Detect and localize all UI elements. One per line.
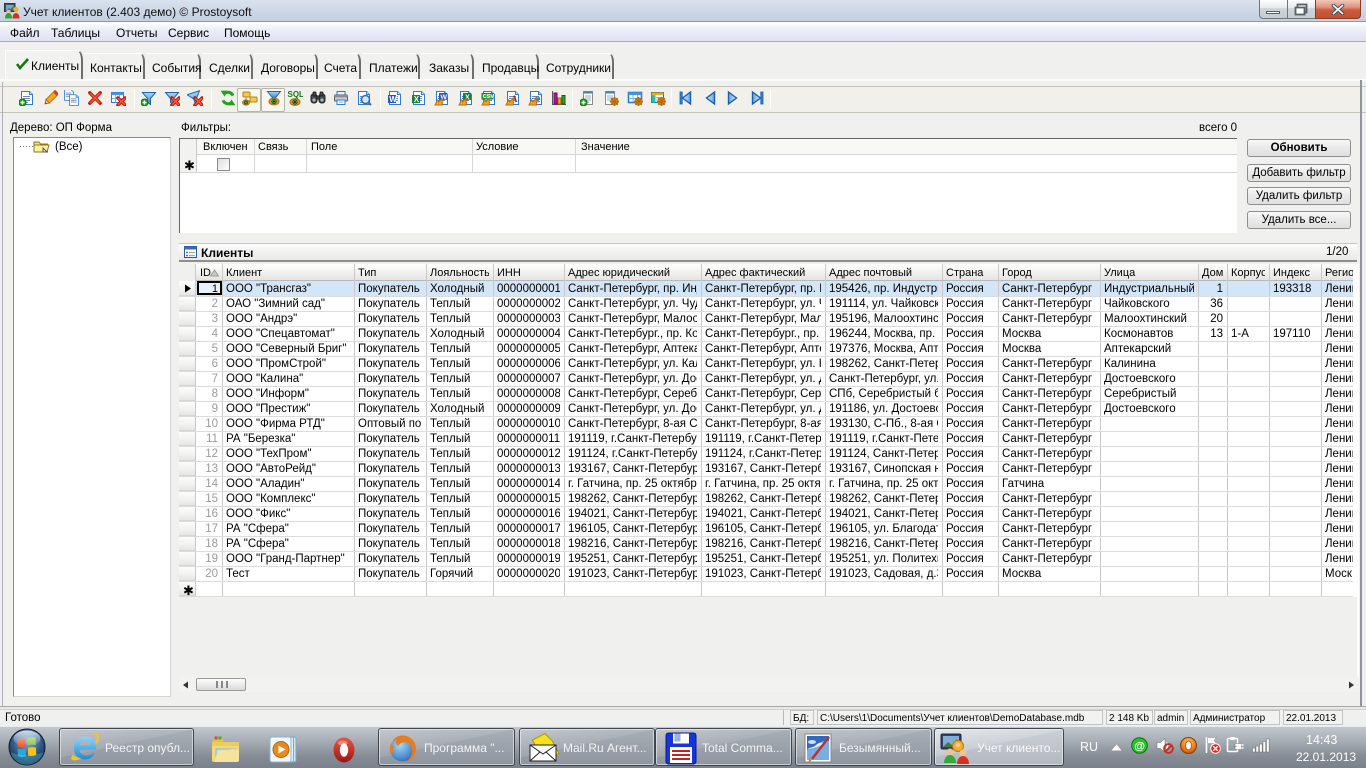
svg-text:X: X: [414, 95, 420, 104]
svg-text:SQL: SQL: [288, 90, 304, 99]
svg-text:@: @: [1134, 741, 1145, 753]
svg-text:W: W: [389, 95, 397, 104]
